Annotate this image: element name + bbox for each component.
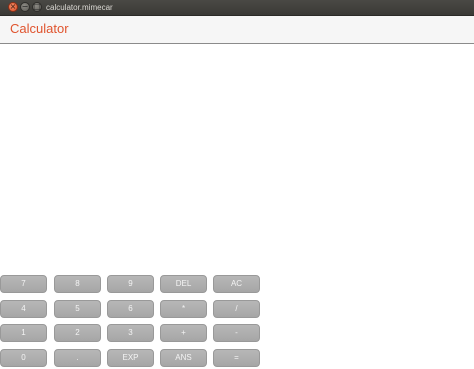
close-icon: × bbox=[9, 2, 17, 11]
key-1[interactable]: 1 bbox=[0, 324, 47, 342]
answer-button[interactable]: ANS bbox=[160, 349, 207, 367]
add-button[interactable]: + bbox=[160, 324, 207, 342]
keypad: 7 8 9 DEL AC 4 5 6 * / 1 2 3 + - 0 . EXP… bbox=[0, 274, 474, 369]
key-7[interactable]: 7 bbox=[0, 275, 47, 293]
close-window-button[interactable]: × bbox=[8, 2, 18, 12]
multiply-button[interactable]: * bbox=[160, 300, 207, 318]
divide-button[interactable]: / bbox=[213, 300, 260, 318]
key-3[interactable]: 3 bbox=[107, 324, 154, 342]
minimize-window-button[interactable]: − bbox=[20, 2, 30, 12]
subtract-button[interactable]: - bbox=[213, 324, 260, 342]
key-9[interactable]: 9 bbox=[107, 275, 154, 293]
app-title: Calculator bbox=[10, 21, 69, 36]
key-2[interactable]: 2 bbox=[54, 324, 101, 342]
key-6[interactable]: 6 bbox=[107, 300, 154, 318]
key-5[interactable]: 5 bbox=[54, 300, 101, 318]
all-clear-button[interactable]: AC bbox=[213, 275, 260, 293]
key-0[interactable]: 0 bbox=[0, 349, 47, 367]
key-4[interactable]: 4 bbox=[0, 300, 47, 318]
delete-button[interactable]: DEL bbox=[160, 275, 207, 293]
exponent-button[interactable]: EXP bbox=[107, 349, 154, 367]
maximize-window-button[interactable]: □ bbox=[32, 2, 42, 12]
window-titlebar: × − □ calculator.mimecar bbox=[0, 0, 474, 16]
calculator-display bbox=[0, 44, 474, 274]
decimal-point-button[interactable]: . bbox=[54, 349, 101, 367]
minimize-icon: − bbox=[21, 2, 29, 11]
maximize-icon: □ bbox=[33, 2, 41, 11]
key-8[interactable]: 8 bbox=[54, 275, 101, 293]
app-header: Calculator bbox=[0, 16, 474, 44]
equals-button[interactable]: = bbox=[213, 349, 260, 367]
window-title: calculator.mimecar bbox=[46, 3, 113, 12]
